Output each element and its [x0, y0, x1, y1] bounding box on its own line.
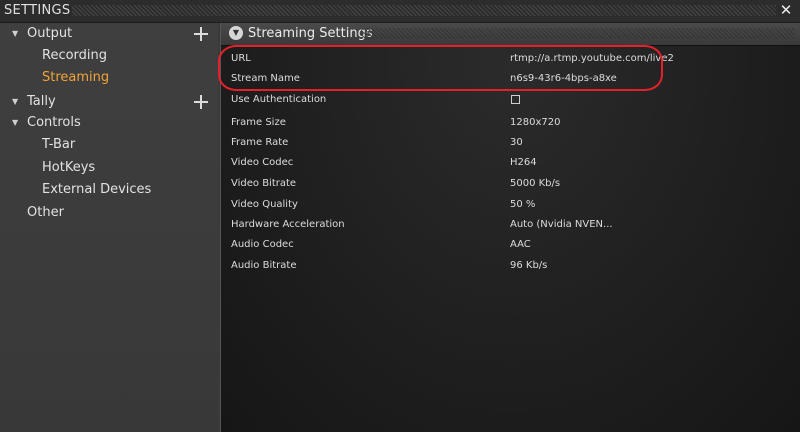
setting-label: Frame Rate [231, 137, 289, 148]
sidebar-item-output[interactable]: Output [27, 24, 72, 44]
title-bar: SETTINGS ✕ [0, 0, 800, 23]
setting-row-audio-bitrate[interactable]: Audio Bitrate 96 Kb/s [221, 257, 800, 277]
setting-label: Use Authentication [231, 94, 327, 105]
setting-row-video-quality[interactable]: Video Quality 50 % [221, 196, 800, 216]
video-bitrate-value[interactable]: 5000 Kb/s [510, 178, 560, 189]
setting-row-video-bitrate[interactable]: Video Bitrate 5000 Kb/s [221, 175, 800, 195]
setting-row-frame-rate[interactable]: Frame Rate 30 [221, 134, 800, 154]
sidebar-item-tally[interactable]: Tally [27, 92, 56, 112]
sidebar-item-streaming[interactable]: Streaming [42, 68, 109, 88]
sidebar-item-t-bar[interactable]: T-Bar [42, 135, 75, 155]
hardware-acceleration-value[interactable]: Auto (Nvidia NVEN... [510, 219, 613, 230]
caret-down-icon[interactable]: ▼ [12, 92, 18, 112]
frame-rate-value[interactable]: 30 [510, 137, 523, 148]
sidebar-item-external-devices[interactable]: External Devices [42, 180, 151, 200]
audio-bitrate-value[interactable]: 96 Kb/s [510, 260, 547, 271]
frame-size-value[interactable]: 1280x720 [510, 117, 560, 128]
setting-row-audio-codec[interactable]: Audio Codec AAC [221, 236, 800, 256]
chevron-down-circle-icon[interactable]: ▼ [229, 26, 243, 40]
sidebar-item-hotkeys[interactable]: HotKeys [42, 158, 95, 178]
audio-codec-value[interactable]: AAC [510, 239, 531, 250]
sidebar-item-controls[interactable]: Controls [27, 113, 81, 133]
video-codec-value[interactable]: H264 [510, 157, 537, 168]
highlight-annotation [218, 45, 663, 91]
setting-row-frame-size[interactable]: Frame Size 1280x720 [221, 114, 800, 134]
caret-down-icon[interactable]: ▼ [12, 24, 18, 44]
close-icon[interactable]: ✕ [778, 1, 794, 19]
setting-row-hardware-acceleration[interactable]: Hardware Acceleration Auto (Nvidia NVEN.… [221, 216, 800, 236]
setting-label: Audio Bitrate [231, 260, 297, 271]
setting-label: Hardware Acceleration [231, 219, 345, 230]
plus-icon[interactable] [194, 27, 208, 41]
setting-label: Video Quality [231, 199, 298, 210]
video-quality-value[interactable]: 50 % [510, 199, 535, 210]
setting-label: Video Bitrate [231, 178, 297, 189]
sidebar-item-other[interactable]: Other [27, 203, 64, 223]
panel-header-texture [361, 28, 795, 39]
sidebar: ▼ Output Recording Streaming ▼ Tally ▼ C… [0, 23, 218, 432]
panel-title: Streaming Settings [248, 26, 373, 41]
plus-icon[interactable] [194, 95, 208, 109]
setting-label: Frame Size [231, 117, 286, 128]
title-bar-texture [72, 5, 776, 16]
panel-header: ▼ Streaming Settings [221, 23, 800, 46]
caret-down-icon[interactable]: ▼ [12, 113, 18, 133]
setting-label: Video Codec [231, 157, 294, 168]
window-title: SETTINGS [4, 3, 71, 18]
setting-label: Audio Codec [231, 239, 294, 250]
use-authentication-checkbox[interactable] [511, 95, 520, 104]
sidebar-item-recording[interactable]: Recording [42, 46, 107, 66]
setting-row-use-authentication[interactable]: Use Authentication [221, 91, 800, 111]
setting-row-video-codec[interactable]: Video Codec H264 [221, 154, 800, 174]
